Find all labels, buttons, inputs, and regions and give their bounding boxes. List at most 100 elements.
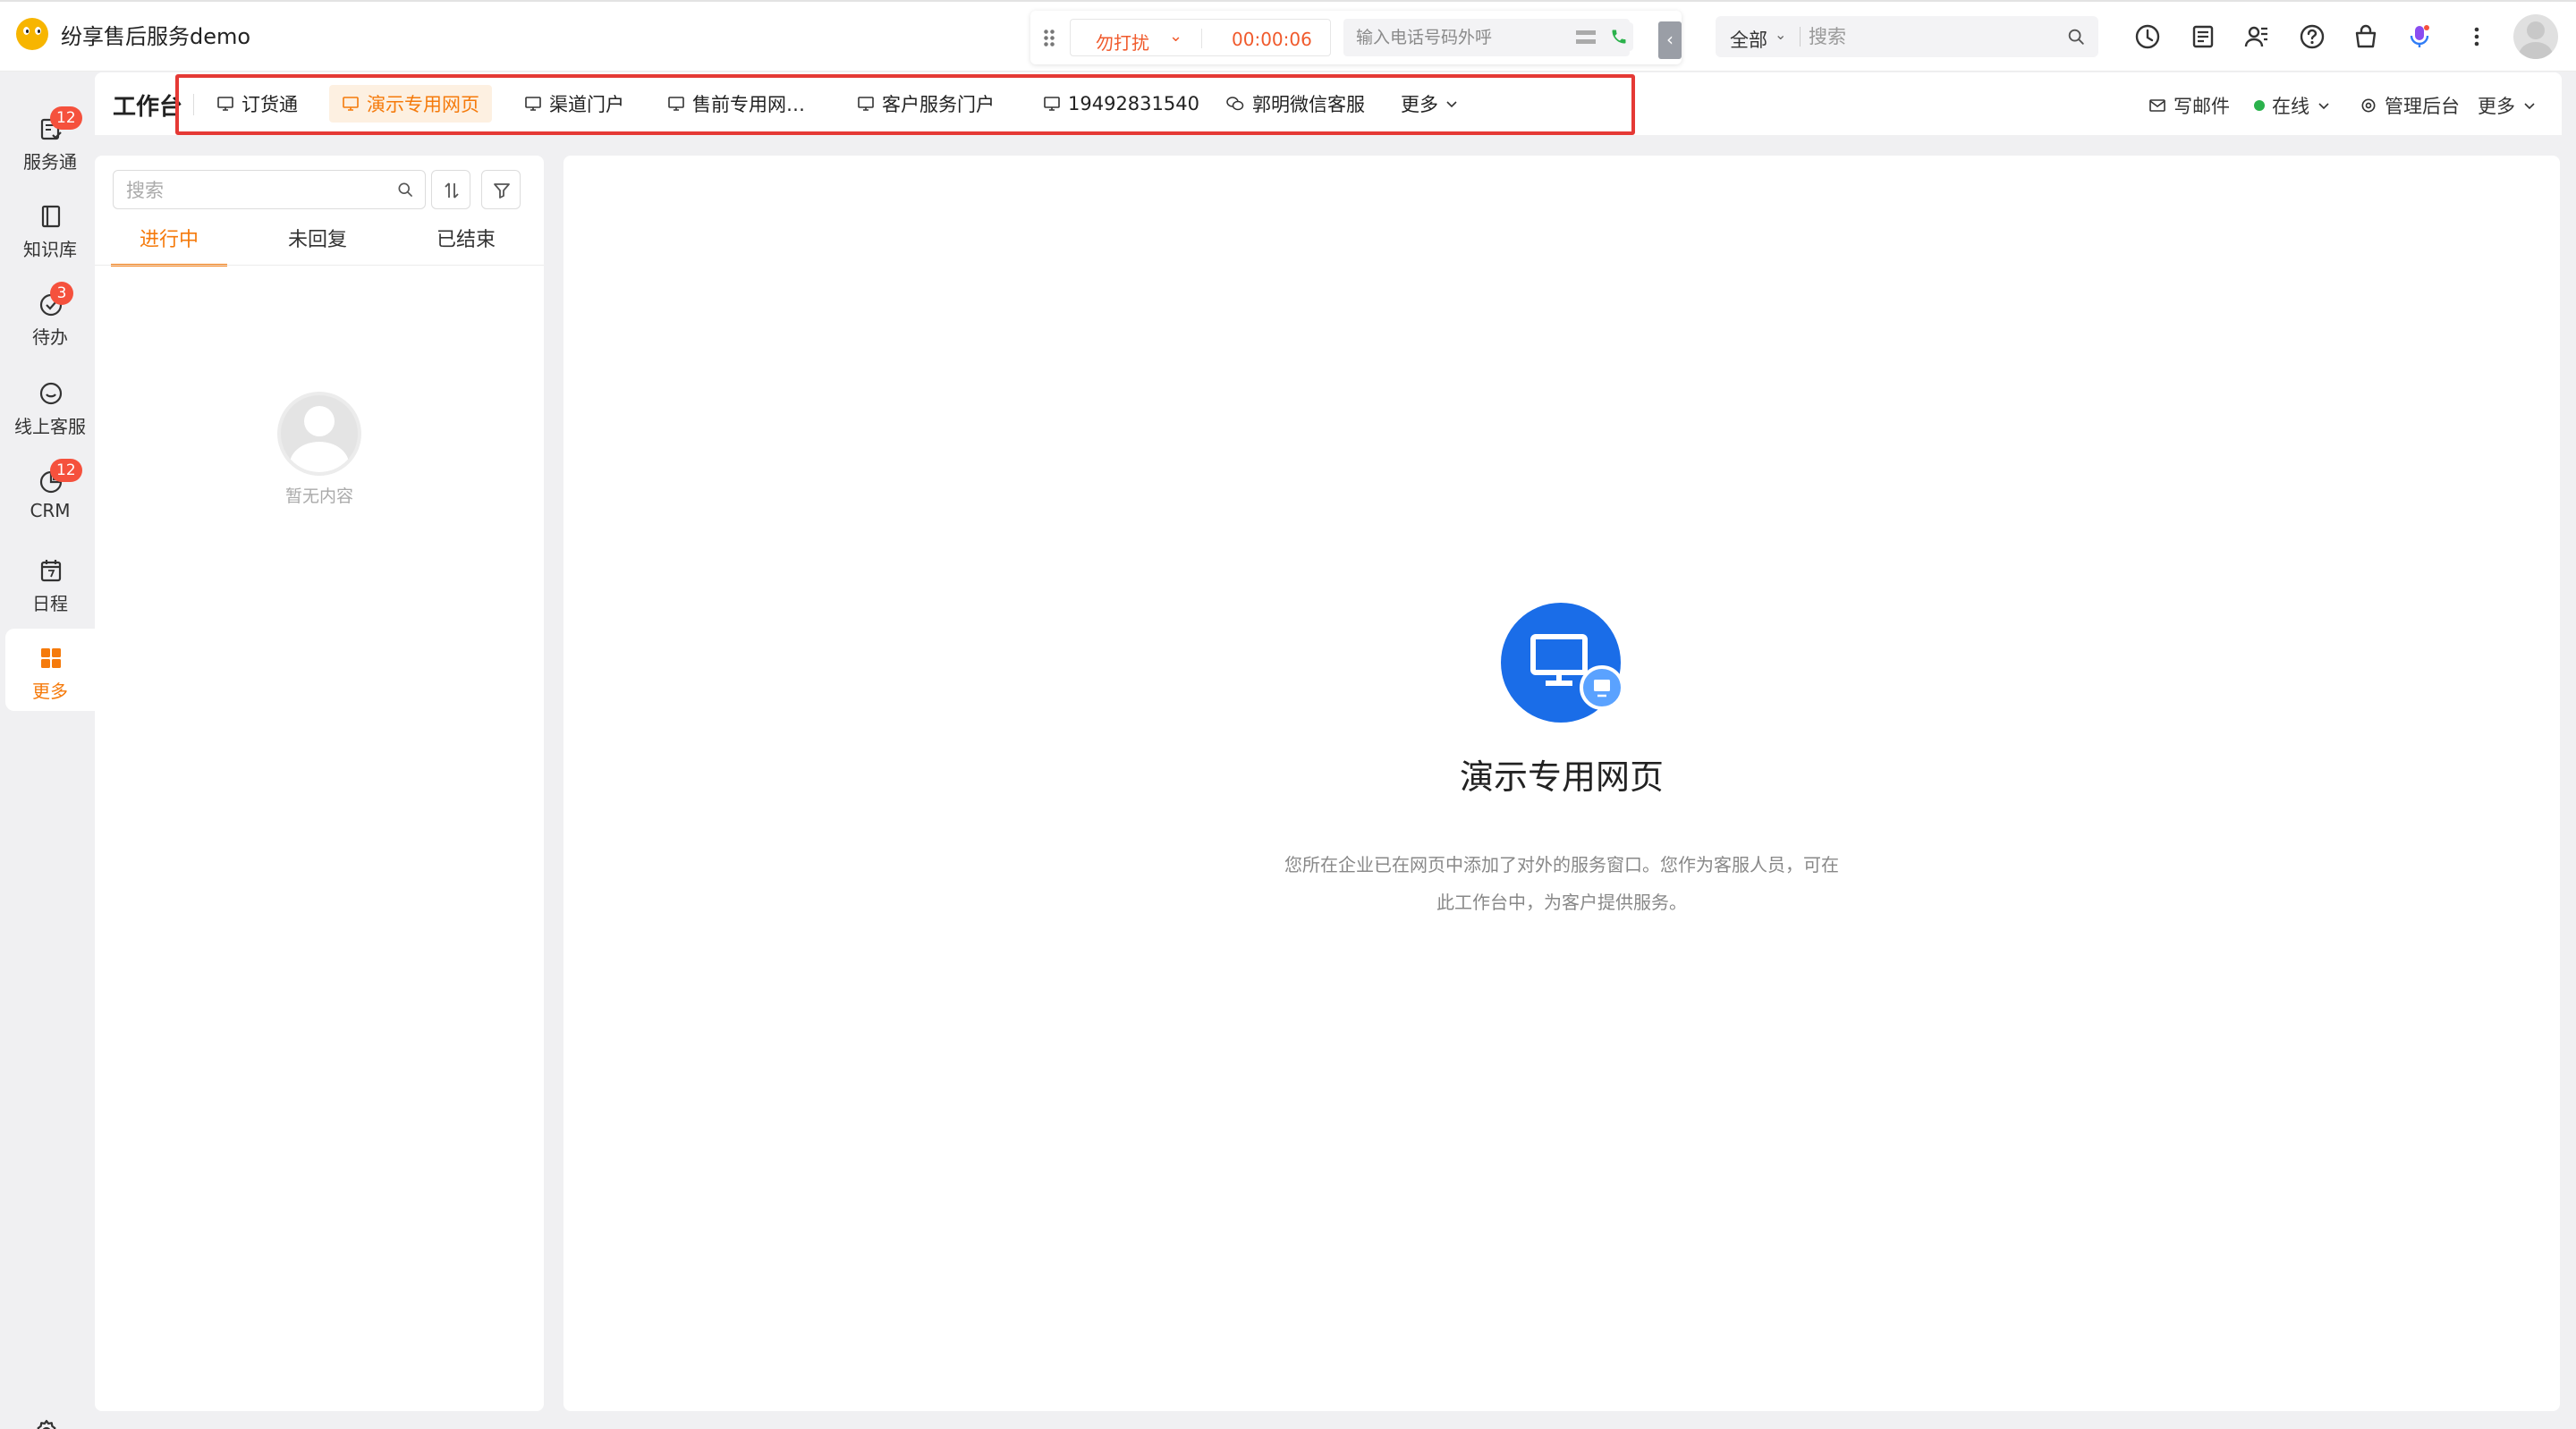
phone-icon — [1612, 30, 1626, 44]
drag-handle-icon[interactable] — [1043, 29, 1055, 48]
app-name: 纷享售后服务demo — [61, 23, 251, 49]
tab-channel-portal[interactable]: 渠道门户 — [512, 85, 637, 123]
write-mail-button[interactable]: 写邮件 — [2148, 92, 2230, 119]
tab-wechat-service[interactable]: 郭明微信客服 — [1213, 85, 1377, 123]
settings-gear-icon — [2361, 98, 2376, 113]
header-more-label: 更多 — [2478, 96, 2515, 117]
nav-item-crm[interactable]: 12 CRM — [5, 452, 95, 534]
nav-item-knowledge[interactable]: 知识库 — [5, 187, 95, 269]
calendar-icon — [40, 560, 62, 582]
nav-item-more[interactable]: 更多 — [5, 629, 95, 711]
badge: 12 — [50, 459, 82, 482]
nav-label: 服务通 — [23, 151, 77, 173]
chevron-down-icon: ⌄ — [1775, 26, 1787, 43]
nav-item-online-service[interactable]: 线上客服 — [5, 364, 95, 446]
conversation-search-input[interactable] — [126, 178, 386, 203]
nav-label: 线上客服 — [14, 416, 86, 437]
tab-closed[interactable]: 已结束 — [408, 224, 524, 266]
microphone-icon[interactable] — [2404, 21, 2435, 52]
more-label: 更多 — [1401, 94, 1438, 115]
contacts-icon[interactable] — [2241, 21, 2272, 52]
tab-label: 客户服务门户 — [882, 94, 995, 115]
monitor-icon — [668, 97, 684, 111]
small-monitor-icon — [1594, 680, 1610, 698]
dial-button[interactable] — [1605, 22, 1633, 51]
app-logo-icon — [16, 18, 48, 50]
monitor-icon — [525, 97, 541, 111]
monitor-icon — [858, 97, 874, 111]
divider — [1800, 27, 1801, 47]
user-avatar[interactable] — [2513, 14, 2558, 59]
nav-label: 日程 — [32, 593, 68, 614]
write-mail-label: 写邮件 — [2174, 96, 2230, 117]
global-search-input[interactable] — [1809, 23, 2059, 50]
chevron-down-icon — [2524, 103, 2535, 110]
notes-icon[interactable] — [2188, 21, 2218, 52]
badge: 12 — [50, 106, 82, 130]
workspace-title: 工作台 — [113, 94, 183, 121]
service-badge-icon — [1580, 665, 1624, 710]
chevron-down-icon — [1446, 101, 1457, 108]
divider — [1201, 29, 1202, 48]
chat-bubble-icon — [39, 382, 63, 405]
nav-item-todo[interactable]: 3 待办 — [5, 275, 95, 357]
divider — [193, 94, 194, 115]
divider — [95, 265, 544, 266]
search-scope-select[interactable]: 全部 — [1730, 26, 1767, 53]
monitor-icon — [1044, 97, 1060, 111]
monitor-icon — [343, 97, 359, 111]
tabs-more-dropdown[interactable]: 更多 — [1388, 85, 1470, 123]
admin-label: 管理后台 — [2385, 96, 2460, 117]
nav-item-service[interactable]: 12 服务通 — [5, 99, 95, 182]
main-content-panel: 演示专用网页 您所在企业已在网页中添加了对外的服务窗口。您作为客服人员，可在此工… — [564, 156, 2560, 1411]
help-icon[interactable] — [2297, 21, 2327, 52]
shop-icon[interactable] — [2351, 21, 2381, 52]
filter-icon — [494, 183, 510, 199]
tab-demo-webpage[interactable]: 演示专用网页 — [329, 85, 492, 123]
mail-icon — [2149, 99, 2165, 112]
tab-order[interactable]: 订货通 — [204, 85, 310, 123]
search-icon[interactable] — [396, 181, 414, 199]
filter-button[interactable] — [481, 170, 521, 209]
tab-label: 售前专用网… — [692, 94, 805, 115]
tab-unreplied[interactable]: 未回复 — [259, 224, 376, 266]
book-icon — [41, 205, 61, 228]
header-more-dropdown[interactable]: 更多 — [2478, 92, 2537, 119]
wechat-icon — [1226, 97, 1244, 111]
call-status-select[interactable]: 勿打扰 — [1096, 29, 1149, 55]
tab-label: 郭明微信客服 — [1252, 94, 1365, 115]
sort-button[interactable] — [431, 170, 470, 209]
online-status-dropdown[interactable]: 在线 — [2254, 92, 2331, 119]
global-search: 全部 ⌄ — [1716, 16, 2098, 57]
keypad-icon[interactable] — [1576, 30, 1596, 45]
nav-label: 待办 — [32, 326, 68, 348]
workspace-tab-bar: 工作台 订货通 演示专用网页 渠道门户 售前专用网… 客户服务门户 194928… — [95, 72, 2562, 135]
conversation-search — [113, 170, 426, 209]
call-status-box[interactable]: 勿打扰 ⌄ 00:00:06 — [1070, 19, 1331, 56]
app-brand[interactable]: 纷享售后服务demo — [16, 18, 250, 50]
tab-in-progress[interactable]: 进行中 — [111, 224, 227, 266]
tab-customer-service-portal[interactable]: 客户服务门户 — [844, 85, 1007, 123]
sort-icon — [445, 182, 459, 199]
collapse-call-widget-button[interactable]: ‹ — [1658, 21, 1682, 59]
tab-label: 演示专用网页 — [367, 94, 479, 115]
tab-label: 订货通 — [242, 94, 298, 115]
tab-phone-number[interactable]: 19492831540 — [1030, 85, 1212, 123]
nav-label: 知识库 — [23, 239, 77, 260]
nav-item-calendar[interactable]: 日程 — [5, 541, 95, 623]
nav-label: CRM — [30, 500, 71, 521]
history-icon[interactable] — [2132, 21, 2163, 52]
search-icon[interactable] — [2066, 27, 2086, 47]
top-bar: 纷享售后服务demo 勿打扰 ⌄ 00:00:06 ‹ 全部 ⌄ — [0, 0, 2576, 72]
nav-label: 更多 — [32, 681, 68, 702]
tab-presales-webpage[interactable]: 售前专用网… — [655, 85, 818, 123]
main-title: 演示专用网页 — [1459, 757, 1664, 797]
conversation-list-panel: 进行中 未回复 已结束 暂无内容 — [95, 156, 544, 1411]
chevron-down-icon: ⌄ — [1169, 27, 1183, 46]
tab-label: 渠道门户 — [549, 94, 624, 115]
online-dot-icon — [2254, 100, 2265, 111]
admin-console-button[interactable]: 管理后台 — [2360, 92, 2460, 119]
settings-gear-icon[interactable] — [32, 1417, 61, 1429]
more-vertical-icon[interactable] — [2462, 21, 2492, 52]
monitor-icon — [217, 97, 233, 111]
